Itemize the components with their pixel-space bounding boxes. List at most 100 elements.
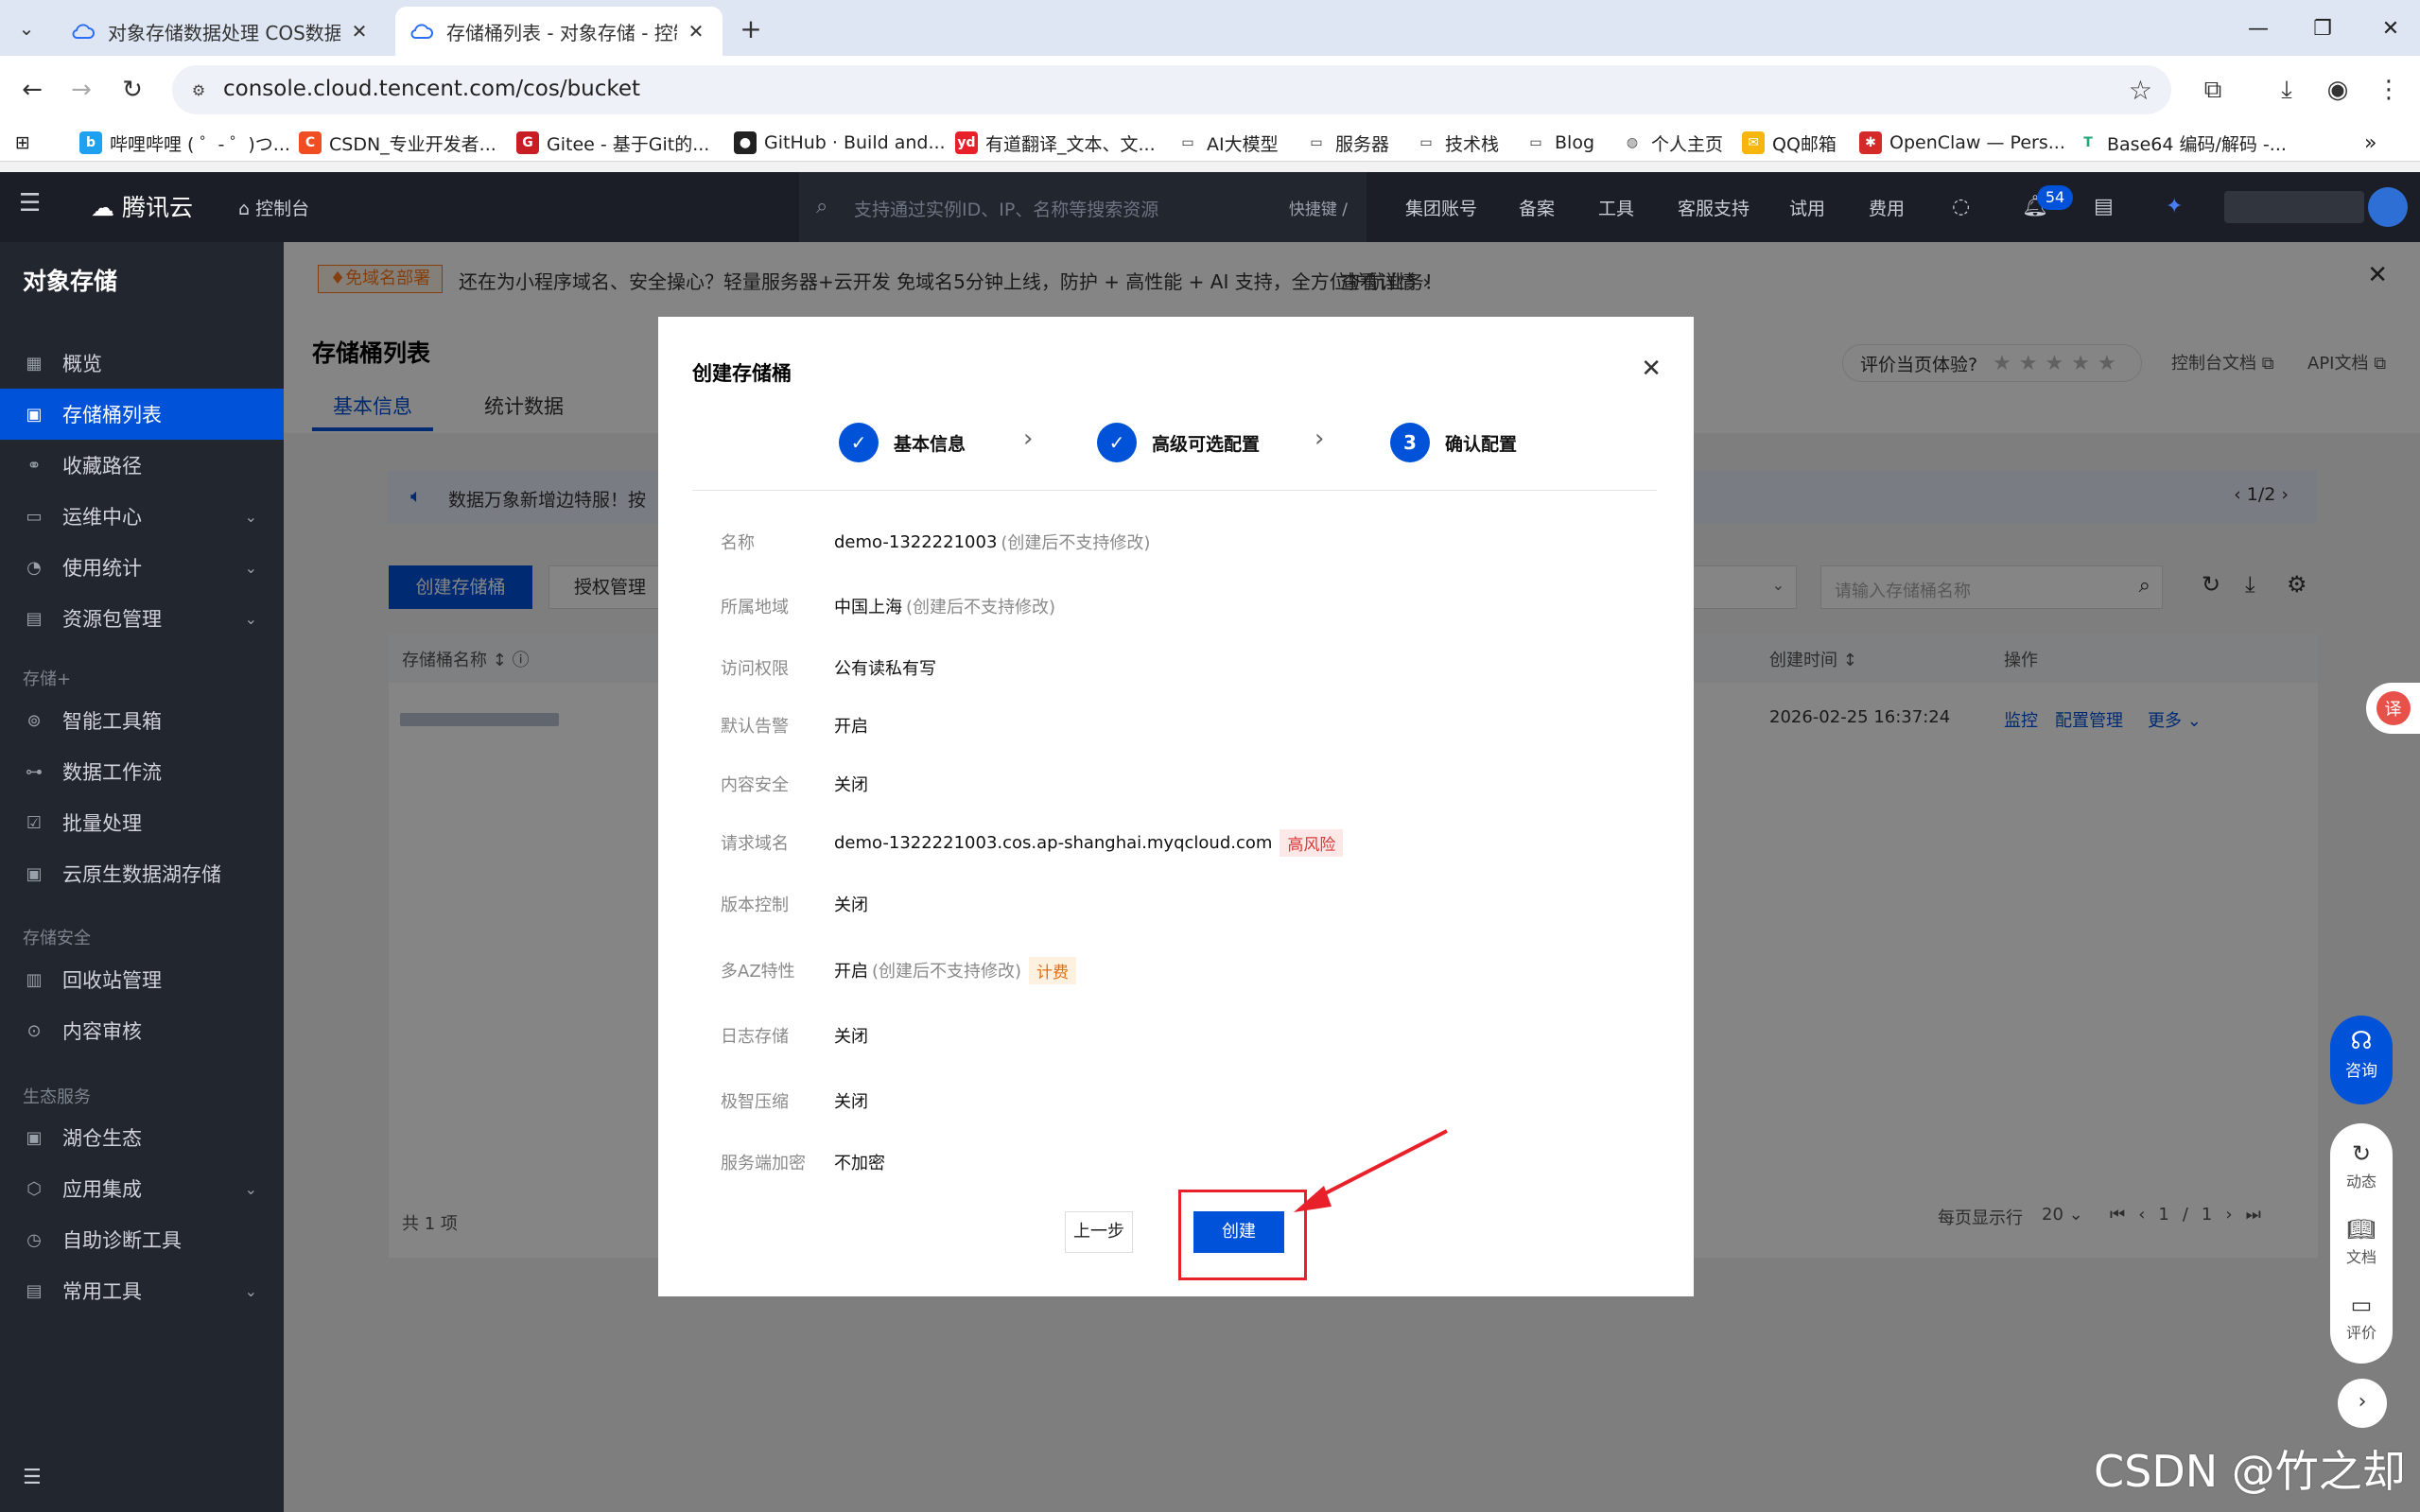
minimize-icon[interactable]: — bbox=[2239, 9, 2277, 47]
tab-title: 对象存储数据处理 COS数据处 bbox=[108, 21, 340, 44]
bookmark-folder-blog[interactable]: ▭ Blog bbox=[1524, 130, 1594, 156]
sidebar-item-batch[interactable]: ☑ 批量处理 bbox=[0, 797, 284, 848]
sidebar-item-ops-center[interactable]: ▭ 运维中心 ⌄ bbox=[0, 491, 284, 542]
translate-widget[interactable]: 译 bbox=[2366, 683, 2420, 734]
more-bookmarks-icon[interactable]: » bbox=[2364, 130, 2376, 156]
close-tab-icon[interactable]: ✕ bbox=[685, 20, 707, 43]
sidebar-item-lakehouse[interactable]: ▣ 湖仓生态 bbox=[0, 1112, 284, 1163]
previous-step-button[interactable]: 上一步 bbox=[1065, 1211, 1133, 1253]
sidebar-item-diagnose[interactable]: ◷ 自助诊断工具 bbox=[0, 1214, 284, 1265]
address-bar-row: ← → ↻ ⚙ console.cloud.tencent.com/cos/bu… bbox=[0, 56, 2420, 124]
chevron-down-icon: ⌄ bbox=[244, 558, 257, 577]
browser-menu-icon[interactable]: ⋮ bbox=[2370, 71, 2408, 109]
account-name-blurred[interactable] bbox=[2224, 191, 2364, 223]
search-icon: ⌕ bbox=[816, 195, 828, 218]
sidebar-item-bucket-list[interactable]: ▣ 存储桶列表 bbox=[0, 389, 284, 440]
sidebar-item-overview[interactable]: ▦ 概览 bbox=[0, 338, 284, 389]
expand-widget-button[interactable]: › bbox=[2338, 1379, 2387, 1428]
bookmark-bilibili[interactable]: b 哔哩哔哩 ( ゜- ゜)つ... bbox=[79, 130, 290, 156]
cloud-icon bbox=[410, 20, 433, 43]
nav-support[interactable]: 客服支持 bbox=[1678, 195, 1750, 220]
reload-icon[interactable]: ↻ bbox=[113, 71, 151, 109]
sidebar-item-toolbox[interactable]: ⊚ 智能工具箱 bbox=[0, 695, 284, 746]
sidebar-item-common-tools[interactable]: ▤ 常用工具 ⌄ bbox=[0, 1265, 284, 1316]
folder-icon: ▭ bbox=[1181, 135, 1194, 150]
diagnose-icon: ◷ bbox=[26, 1229, 42, 1250]
browser-tab-bucket-list[interactable]: 存储桶列表 - 对象存储 - 控制台 ✕ bbox=[395, 7, 723, 56]
console-home-link[interactable]: ⌂ 控制台 bbox=[238, 195, 309, 220]
docs-button[interactable]: 📖︎ 文档 bbox=[2330, 1216, 2393, 1267]
docs-circle-icon[interactable]: ◌ bbox=[1952, 195, 1970, 218]
bookmark-folder-server[interactable]: ▭ 服务器 bbox=[1305, 130, 1389, 156]
step-advanced-config[interactable]: ✓ 高级可选配置 bbox=[1097, 423, 1260, 462]
collapse-sidebar-icon[interactable]: ☰ bbox=[23, 1466, 42, 1489]
csdn-icon: C bbox=[299, 131, 322, 154]
field-logging: 日志存储 关闭 bbox=[721, 1027, 868, 1047]
nav-trial[interactable]: 试用 bbox=[1789, 195, 1825, 220]
bookmark-folder-ai[interactable]: ▭ AI大模型 bbox=[1176, 130, 1278, 156]
bookmarks-bar: ⊞ b 哔哩哔哩 ( ゜- ゜)つ... C CSDN_专业开发者... G Gite… bbox=[0, 124, 2420, 162]
bookmark-gitee[interactable]: G Gitee - 基于Git的... bbox=[516, 130, 709, 156]
sidebar-item-favorites[interactable]: ⚭ 收藏路径 bbox=[0, 440, 284, 491]
sidebar-item-content-audit[interactable]: ⊙ 内容审核 bbox=[0, 1005, 284, 1056]
sidebar-item-datalake[interactable]: ▣ 云原生数据湖存储 bbox=[0, 848, 284, 899]
feedback-button[interactable]: ▭ 评价 bbox=[2330, 1292, 2393, 1343]
window-close-icon[interactable]: ✕ bbox=[2372, 9, 2410, 47]
step-basic-info[interactable]: ✓ 基本信息 bbox=[839, 423, 966, 462]
field-region: 所属地域 中国上海 (创建后不支持修改) bbox=[721, 598, 1056, 617]
sidebar-item-package-mgmt[interactable]: ▤ 资源包管理 ⌄ bbox=[0, 593, 284, 644]
consult-button[interactable]: ☊ 咨询 bbox=[2330, 1016, 2393, 1104]
bookmark-csdn[interactable]: C CSDN_专业开发者... bbox=[299, 130, 496, 156]
nav-filing[interactable]: 备案 bbox=[1519, 195, 1555, 220]
bookmark-base64[interactable]: T Base64 编码/解码 -... bbox=[2077, 130, 2287, 156]
news-button[interactable]: ↻ 动态 bbox=[2330, 1140, 2393, 1191]
restore-icon[interactable]: ❐ bbox=[2304, 9, 2342, 47]
bookmark-github[interactable]: ● GitHub · Build and... bbox=[734, 130, 946, 156]
hamburger-menu-icon[interactable]: ☰ bbox=[19, 189, 41, 217]
bookmark-openclaw[interactable]: ✱ OpenClaw — Pers... bbox=[1859, 130, 2065, 156]
download-icon[interactable]: ⤓ bbox=[2268, 71, 2306, 109]
lakehouse-icon: ▣ bbox=[26, 1127, 43, 1148]
nav-billing[interactable]: 费用 bbox=[1869, 195, 1905, 220]
sidebar-item-app-integration[interactable]: ⬡ 应用集成 ⌄ bbox=[0, 1163, 284, 1214]
field-alarm: 默认告警 开启 bbox=[721, 717, 868, 737]
browser-tab-cos-processing[interactable]: 对象存储数据处理 COS数据处 ✕ bbox=[57, 7, 386, 56]
chevron-down-icon: ⌄ bbox=[244, 1179, 257, 1198]
resource-search-input[interactable]: ⌕ 支持通过实例ID、IP、名称等搜索资源 快捷键 / bbox=[799, 172, 1367, 242]
back-icon[interactable]: ← bbox=[13, 71, 51, 109]
forward-icon[interactable]: → bbox=[62, 71, 100, 109]
nav-group-account[interactable]: 集团账号 bbox=[1405, 195, 1477, 220]
extensions-icon[interactable]: ⧉ bbox=[2194, 71, 2232, 109]
cloud-icon bbox=[72, 20, 95, 43]
bookmark-star-icon[interactable]: ☆ bbox=[2129, 75, 2152, 106]
sidebar-item-workflow[interactable]: ⊶ 数据工作流 bbox=[0, 746, 284, 797]
profile-icon[interactable]: ◉ bbox=[2319, 71, 2357, 109]
openclaw-icon: ✱ bbox=[1859, 131, 1882, 154]
create-bucket-modal: 创建存储桶 ✕ ✓ 基本信息 › ✓ 高级可选配置 › 3 确认配置 名称 demo-1… bbox=[658, 317, 1694, 1296]
sidebar-item-usage-stats[interactable]: ◔ 使用统计 ⌄ bbox=[0, 542, 284, 593]
url-bar[interactable]: ⚙ console.cloud.tencent.com/cos/bucket ☆ bbox=[172, 65, 2171, 114]
sidebar-item-recycle-bin[interactable]: ▥ 回收站管理 bbox=[0, 954, 284, 1005]
bilibili-icon: b bbox=[79, 131, 102, 154]
grid-icon: ▦ bbox=[26, 353, 43, 374]
close-tab-icon[interactable]: ✕ bbox=[348, 20, 371, 43]
apps-grid-icon[interactable]: ⊞ bbox=[15, 130, 30, 156]
brand-logo[interactable]: ☁ 腾讯云 bbox=[91, 189, 193, 223]
toolbox-icon: ⊚ bbox=[26, 710, 42, 731]
bookmark-youdao[interactable]: yd 有道翻译_文本、文... bbox=[955, 130, 1156, 156]
bookmark-folder-stack[interactable]: ▭ 技术栈 bbox=[1415, 130, 1499, 156]
field-access: 访问权限 公有读私有写 bbox=[721, 659, 936, 679]
avatar[interactable] bbox=[2368, 187, 2408, 227]
monitor-icon: ▭ bbox=[26, 506, 43, 527]
new-tab-icon[interactable]: + bbox=[736, 13, 766, 44]
folder-icon: ▭ bbox=[1310, 135, 1323, 150]
site-settings-icon[interactable]: ⚙ bbox=[185, 77, 212, 103]
bookmark-homepage[interactable]: ◍ 个人主页 bbox=[1621, 130, 1723, 156]
nav-tools[interactable]: 工具 bbox=[1598, 195, 1634, 220]
app-switch-icon[interactable]: ✦ bbox=[2166, 195, 2183, 218]
audit-icon: ⊙ bbox=[26, 1020, 42, 1041]
workbench-icon[interactable]: ▤ bbox=[2094, 195, 2114, 218]
close-icon[interactable]: ✕ bbox=[1641, 355, 1662, 383]
bookmark-qqmail[interactable]: ✉ QQ邮箱 bbox=[1742, 130, 1837, 156]
tab-list-chevron-icon[interactable]: ⌄ bbox=[11, 13, 42, 43]
